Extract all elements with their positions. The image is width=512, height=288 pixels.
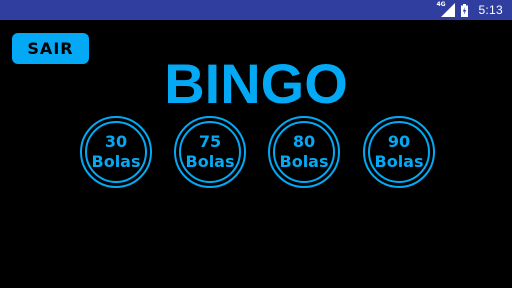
ball-label: Bolas <box>374 152 424 171</box>
ball-option-text: 90 Bolas <box>365 118 433 186</box>
ball-option-75[interactable]: 75 Bolas <box>174 116 246 188</box>
ball-count: 80 <box>292 132 316 151</box>
ball-count: 30 <box>104 132 128 151</box>
ball-label: Bolas <box>91 152 141 171</box>
ball-option-90[interactable]: 90 Bolas <box>363 116 435 188</box>
signal-icon <box>441 3 456 17</box>
status-bar: 4G 5:13 <box>0 0 512 20</box>
status-icons: 4G 5:13 <box>435 0 503 20</box>
ball-count: 75 <box>198 132 222 151</box>
ball-option-text: 80 Bolas <box>270 118 338 186</box>
ball-option-80[interactable]: 80 Bolas <box>268 116 340 188</box>
battery-charging-icon <box>461 3 469 17</box>
ball-label: Bolas <box>185 152 235 171</box>
ball-count: 90 <box>387 132 411 151</box>
ball-label: Bolas <box>279 152 329 171</box>
ball-option-text: 75 Bolas <box>176 118 244 186</box>
ball-option-30[interactable]: 30 Bolas <box>80 116 152 188</box>
page-title: BINGO <box>164 52 348 115</box>
network-indicator: 4G <box>435 0 457 20</box>
app-screen: 4G 5:13 SAIR BINGO 30 Bolas 75 Bolas 80 … <box>0 0 512 288</box>
ball-option-text: 30 Bolas <box>82 118 150 186</box>
clock: 5:13 <box>478 3 503 17</box>
